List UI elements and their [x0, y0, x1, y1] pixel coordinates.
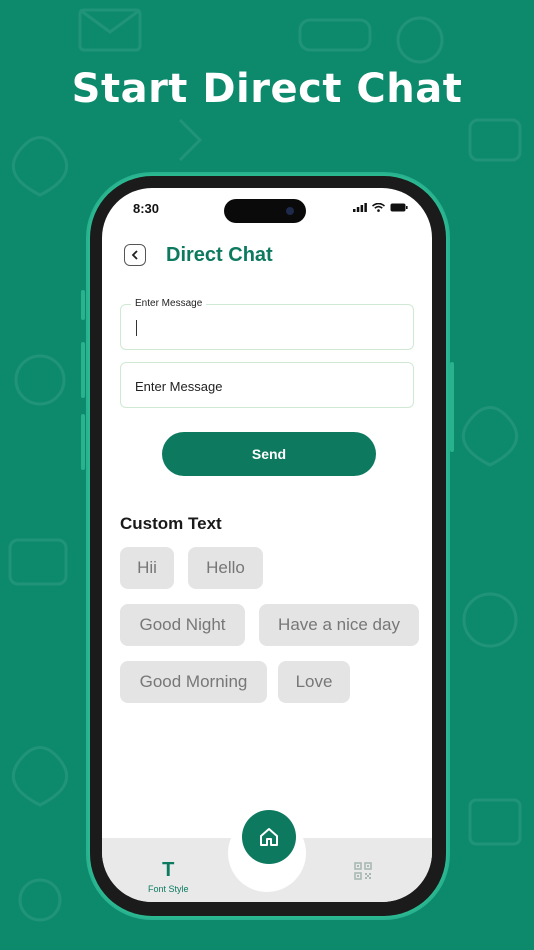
nav-font-style-label: Font Style — [148, 884, 189, 894]
chip-have-a-nice-day[interactable]: Have a nice day — [259, 604, 419, 646]
font-style-icon: T — [162, 859, 175, 881]
chip-good-morning[interactable]: Good Morning — [120, 661, 267, 703]
chip-hii[interactable]: Hii — [120, 547, 174, 589]
text-caret — [136, 320, 137, 336]
status-time: 8:30 — [133, 201, 160, 216]
phone-power-button — [450, 362, 454, 452]
phone-volume-up — [81, 342, 85, 398]
nav-qr-code[interactable] — [354, 862, 372, 880]
chip-love[interactable]: Love — [278, 661, 350, 703]
back-button[interactable] — [124, 244, 146, 266]
status-icons — [353, 203, 408, 212]
wifi-icon — [372, 203, 385, 212]
message-field-legend: Enter Message — [131, 298, 207, 309]
chip-hello[interactable]: Hello — [188, 547, 263, 589]
message-input-placeholder: Enter Message — [135, 379, 223, 394]
phone-screen: 8:30 Direct Chat Enter Message Enter Mes… — [102, 188, 432, 902]
send-button[interactable]: Send — [162, 432, 376, 476]
message-input[interactable]: Enter Message — [120, 362, 414, 408]
phone-side-button — [81, 290, 85, 320]
chevron-left-icon — [131, 250, 138, 260]
phone-volume-down — [81, 414, 85, 470]
chip-good-night[interactable]: Good Night — [120, 604, 245, 646]
promo-headline: Start Direct Chat — [71, 66, 463, 112]
home-button[interactable] — [242, 810, 296, 864]
home-icon — [260, 828, 278, 846]
battery-icon — [390, 203, 408, 212]
qr-code-icon — [354, 862, 372, 880]
custom-text-title: Custom Text — [120, 514, 222, 533]
signal-icon — [353, 203, 367, 212]
dynamic-island — [224, 199, 306, 223]
page-title: Direct Chat — [166, 244, 273, 266]
message-field[interactable]: Enter Message — [120, 298, 414, 350]
nav-font-style[interactable]: T Font Style — [148, 860, 189, 894]
